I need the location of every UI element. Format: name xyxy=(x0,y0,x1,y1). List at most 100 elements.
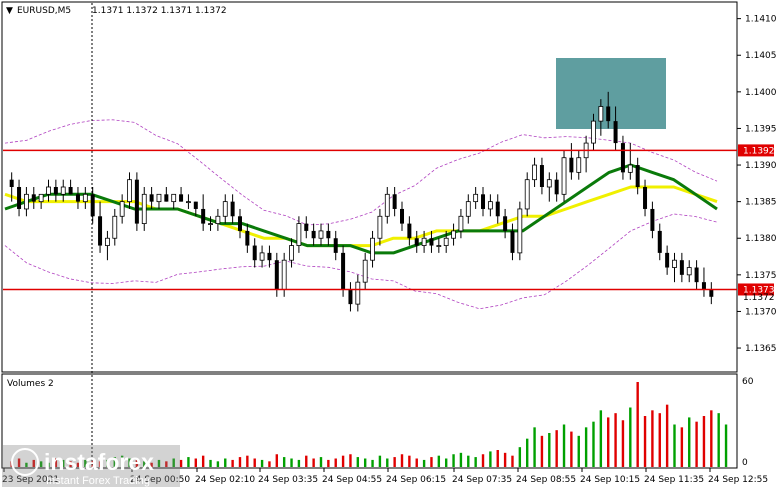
candle-body-bear xyxy=(9,179,14,187)
volume-bar xyxy=(614,413,617,467)
volume-bar xyxy=(238,457,242,467)
volume-bar xyxy=(599,410,603,467)
candle-body-bear xyxy=(481,194,486,209)
candle-body-bull xyxy=(289,245,294,261)
volume-tick-max: 60 xyxy=(742,377,754,387)
price-tick-label: 1.1380 xyxy=(745,234,777,244)
candle-body-bull xyxy=(686,267,692,276)
volume-bar xyxy=(643,416,647,467)
time-tick-label: 24 Sep 07:35 xyxy=(452,475,512,485)
volume-bar xyxy=(430,457,433,467)
volume-bar xyxy=(496,450,499,467)
volume-bar xyxy=(452,454,455,467)
volume-bar xyxy=(665,404,669,467)
candle-body-bear xyxy=(304,223,309,231)
volume-bar xyxy=(349,454,352,467)
candle-body-bull xyxy=(436,245,442,247)
time-tick-label: 24 Sep 03:35 xyxy=(258,475,318,485)
candle-body-bull xyxy=(24,193,29,210)
candle-body-bear xyxy=(414,238,419,246)
dropdown-triangle-icon[interactable]: ▼ xyxy=(6,6,13,16)
candle-body-bear xyxy=(134,179,139,224)
volume-bar xyxy=(341,455,345,467)
candle-body-bull xyxy=(532,164,537,181)
volume-bar xyxy=(444,458,448,467)
candle-body-bull xyxy=(281,259,287,290)
candle-body-bull xyxy=(215,215,221,224)
candle-body-bear xyxy=(274,260,279,290)
volume-bar xyxy=(194,458,197,467)
current-price-label: 1.1372 xyxy=(743,293,775,303)
candle-body-bull xyxy=(591,120,596,144)
candle-body-bull xyxy=(171,193,177,203)
candle-body-bear xyxy=(68,187,73,195)
volume-bar xyxy=(577,435,580,467)
candle-body-bear xyxy=(400,208,405,224)
candle-body-bull xyxy=(576,157,582,173)
candle-body-bull xyxy=(370,237,375,261)
candle-body-bear xyxy=(635,165,640,187)
candle-body-bear xyxy=(407,223,412,239)
candle-body-bear xyxy=(694,267,699,283)
trading-chart[interactable]: 1.13921.13731.1372 1.14101.14051.14001.1… xyxy=(0,0,781,489)
candle-body-bull xyxy=(46,186,51,195)
volume-bar xyxy=(290,458,293,467)
candle-body-bull xyxy=(141,193,147,225)
candle-body-bull xyxy=(355,281,361,305)
volume-bar xyxy=(621,420,625,467)
volume-bar xyxy=(481,454,485,467)
candle-body-bear xyxy=(348,289,353,305)
candle-body-bear xyxy=(503,216,508,231)
price-tick-label: 1.1395 xyxy=(745,124,777,134)
candle-body-bear xyxy=(620,143,625,173)
volume-bar xyxy=(386,458,389,467)
volume-bar xyxy=(260,459,264,467)
candle-body-bull xyxy=(362,259,368,283)
candle-body-bear xyxy=(53,187,58,195)
volume-bar xyxy=(201,455,205,467)
volume-bar xyxy=(356,457,360,467)
candle-body-bear xyxy=(179,194,184,202)
candle-body-bull xyxy=(465,201,471,217)
candle-body-bear xyxy=(392,194,397,209)
candle-body-bear xyxy=(709,289,714,297)
level-price-text: 1.1392 xyxy=(743,146,775,156)
candle-body-bear xyxy=(554,179,559,195)
volume-bar xyxy=(548,433,551,467)
time-tick-label: 24 Sep 10:15 xyxy=(580,475,640,485)
candle-body-bull xyxy=(377,215,383,239)
volume-bar xyxy=(305,455,308,467)
volume-bar xyxy=(511,455,514,467)
volume-bar xyxy=(459,452,463,467)
candle-body-bear xyxy=(252,245,257,261)
volume-bar xyxy=(570,431,573,467)
volume-bar xyxy=(651,410,654,467)
volume-bar xyxy=(327,459,330,467)
volume-bar xyxy=(268,461,271,467)
candle-body-bull xyxy=(458,215,464,232)
candle-body-bear xyxy=(657,230,662,253)
candle-body-bear xyxy=(237,216,242,231)
volume-bar xyxy=(246,455,249,467)
candle-body-bull xyxy=(561,157,567,195)
candle-body-bear xyxy=(193,201,198,209)
price-tick-label: 1.1370 xyxy=(745,307,777,317)
volume-bar xyxy=(312,458,315,467)
price-tick-label: 1.1375 xyxy=(745,271,777,281)
candle-body-bear xyxy=(75,194,80,202)
price-axis: 1.1410 1.1405 1.1400 1.1395 1.1390 1.1385 1.13… xyxy=(737,15,777,354)
candle-body-bear xyxy=(606,106,611,122)
candle-body-bull xyxy=(421,237,427,246)
candle-body-bull xyxy=(546,179,552,188)
volume-bar xyxy=(363,458,367,467)
time-tick-label: 24 Sep 12:55 xyxy=(708,475,768,485)
candle-body-bull xyxy=(105,237,110,246)
candle-body-bear xyxy=(149,194,154,202)
price-tick-label: 1.1390 xyxy=(745,161,777,171)
candle-body-bear xyxy=(98,216,103,246)
candle-body-bear xyxy=(230,201,235,217)
candle-body-bear xyxy=(510,230,515,253)
volume-bar xyxy=(187,457,190,467)
candle-body-bear xyxy=(326,230,331,239)
resistance-highlight-box[interactable] xyxy=(556,58,666,129)
